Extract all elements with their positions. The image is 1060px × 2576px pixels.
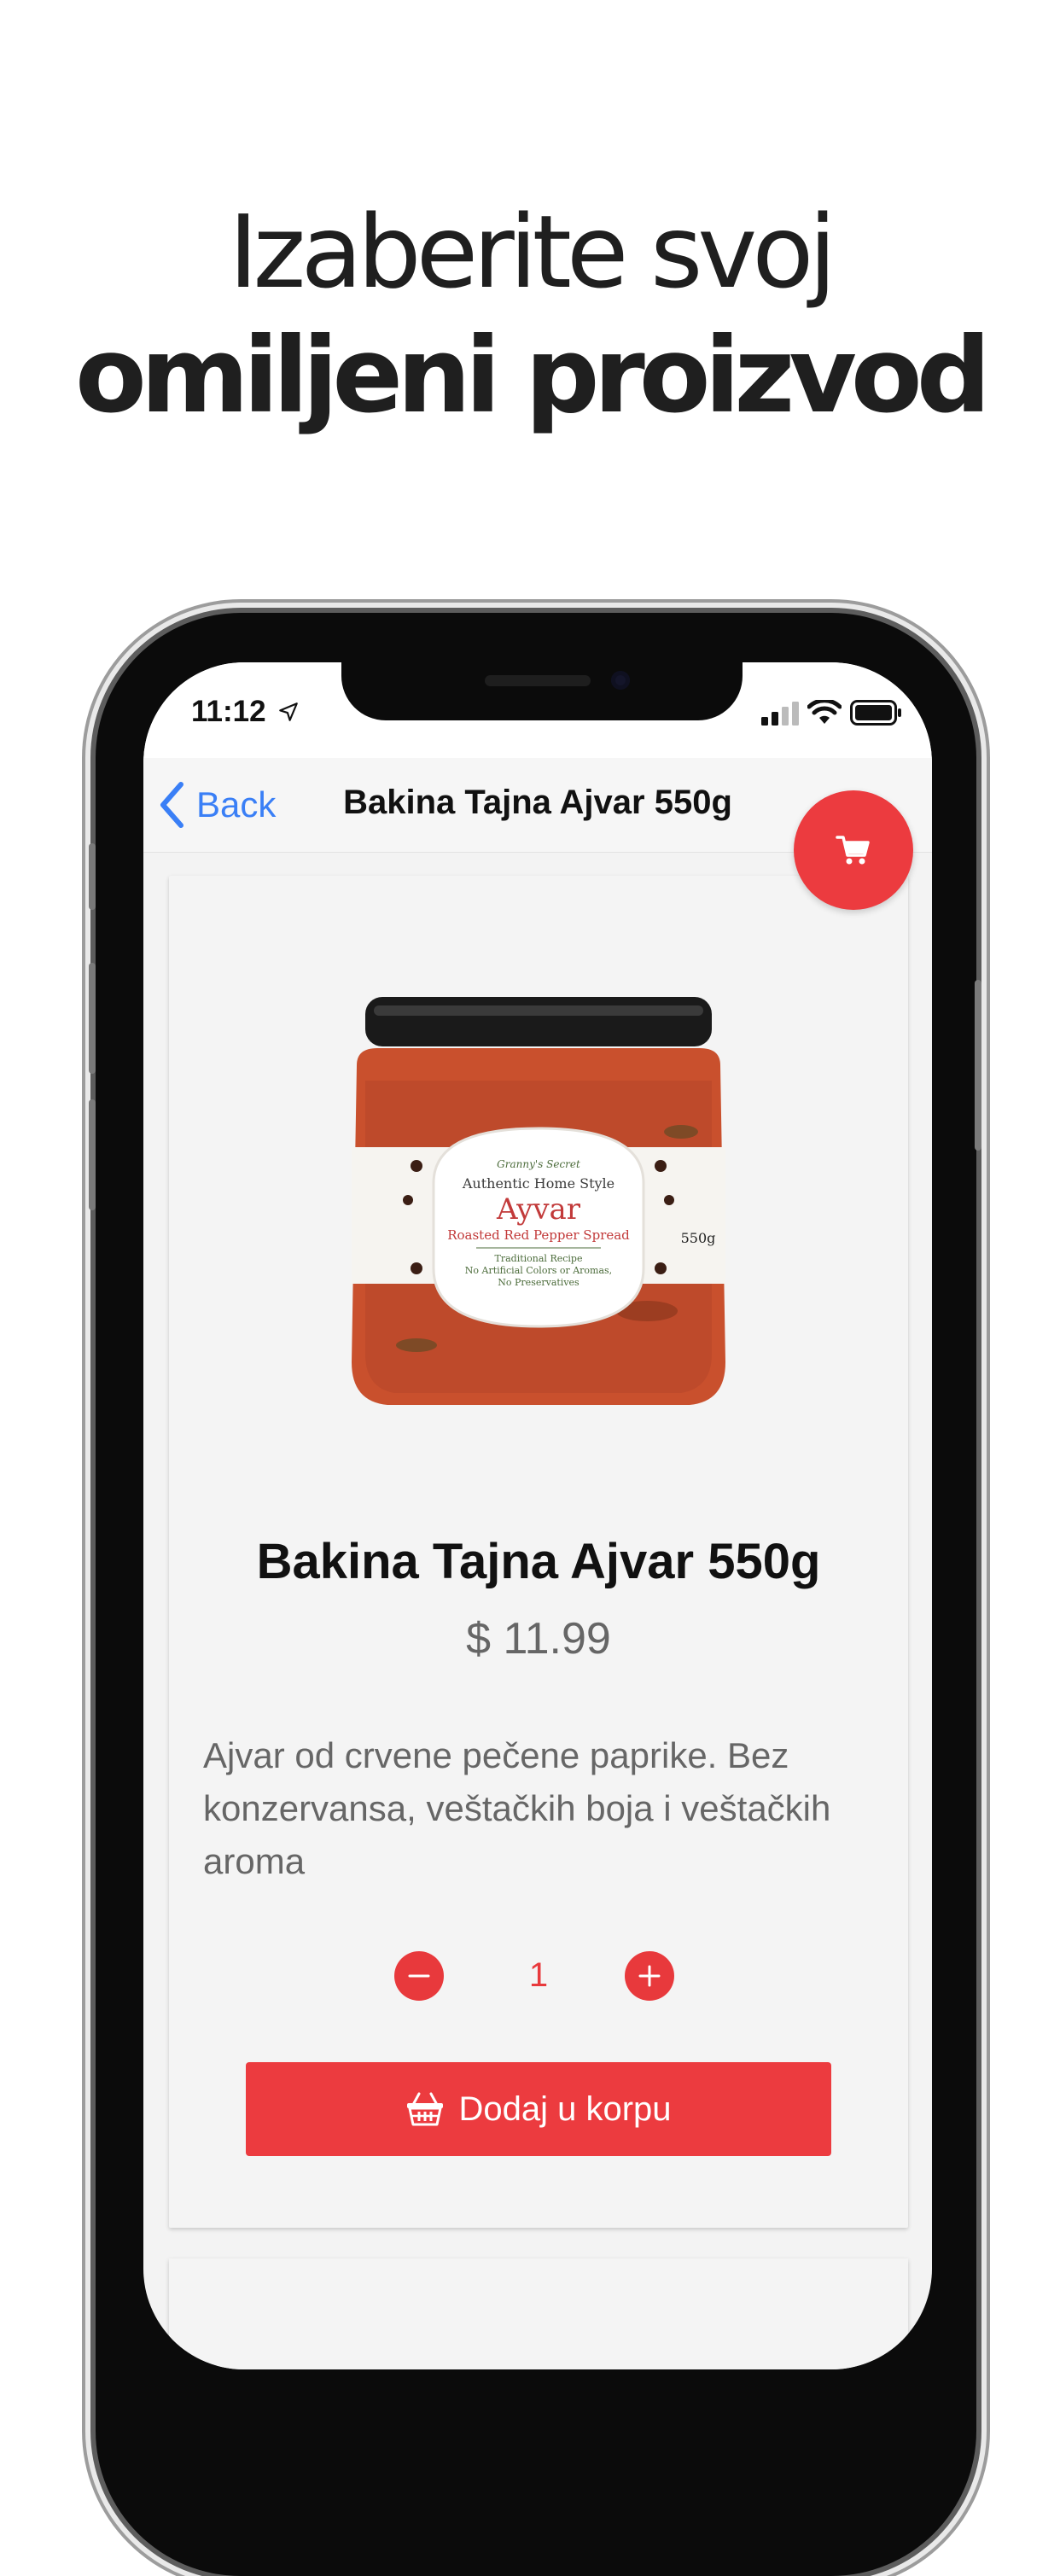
status-time-text: 11:12 bbox=[191, 695, 266, 728]
phone-volume-down bbox=[89, 1099, 96, 1210]
front-camera bbox=[611, 671, 630, 690]
quantity-stepper: 1 bbox=[169, 1951, 908, 2002]
label-subtitle: Roasted Red Pepper Spread bbox=[447, 1227, 630, 1243]
add-to-cart-button[interactable]: Dodaj u korpu bbox=[246, 2062, 831, 2156]
label-line-2: No Artificial Colors or Aromas, bbox=[465, 1265, 612, 1276]
product-description: Ajvar od crvene pečene paprike. Bez konz… bbox=[203, 1735, 831, 1881]
quantity-value: 1 bbox=[528, 1956, 549, 1994]
cellular-signal-icon bbox=[761, 702, 799, 726]
headline-line-2: omiljeni proizvod bbox=[74, 315, 991, 436]
cart-button[interactable] bbox=[794, 790, 913, 910]
speaker-grille bbox=[485, 675, 591, 686]
product-name: Bakina Tajna Ajvar 550g bbox=[256, 1534, 821, 1589]
promo-headline: Izaberite svoj omiljeni proizvod bbox=[0, 192, 1060, 440]
label-style: Authentic Home Style bbox=[462, 1175, 614, 1192]
add-to-cart-label: Dodaj u korpu bbox=[458, 2089, 672, 2128]
label-name: Ayvar bbox=[496, 1192, 581, 1227]
phone-power-button bbox=[975, 980, 981, 1151]
phone-mute-switch bbox=[89, 843, 96, 910]
battery-icon bbox=[850, 700, 901, 726]
phone-notch bbox=[341, 662, 743, 720]
increase-quantity-button[interactable] bbox=[625, 1951, 674, 2001]
product-card: Granny's Secret Authentic Home Style Ayv… bbox=[169, 876, 908, 2228]
cart-icon bbox=[836, 836, 870, 865]
label-line-1: Traditional Recipe bbox=[495, 1253, 583, 1264]
location-arrow-icon bbox=[279, 702, 299, 721]
label-weight: 550g bbox=[681, 1230, 716, 1246]
next-product-card bbox=[169, 2258, 908, 2369]
headline-line-1: Izaberite svoj bbox=[228, 193, 837, 311]
product-price: $ 11.99 bbox=[466, 1614, 611, 1664]
wifi-icon bbox=[807, 700, 842, 724]
phone-screen: 11:12 Back Bakina Tajna Ajvar 550g Grann… bbox=[143, 662, 932, 2369]
label-brand: Granny's Secret bbox=[497, 1158, 580, 1170]
phone-volume-up bbox=[89, 963, 96, 1074]
status-time: 11:12 bbox=[191, 695, 300, 729]
basket-icon bbox=[407, 2092, 444, 2126]
plus-icon bbox=[638, 1965, 661, 1987]
label-line-3: No Preservatives bbox=[498, 1277, 580, 1288]
product-image: Granny's Secret Authentic Home Style Ayv… bbox=[352, 997, 725, 1405]
